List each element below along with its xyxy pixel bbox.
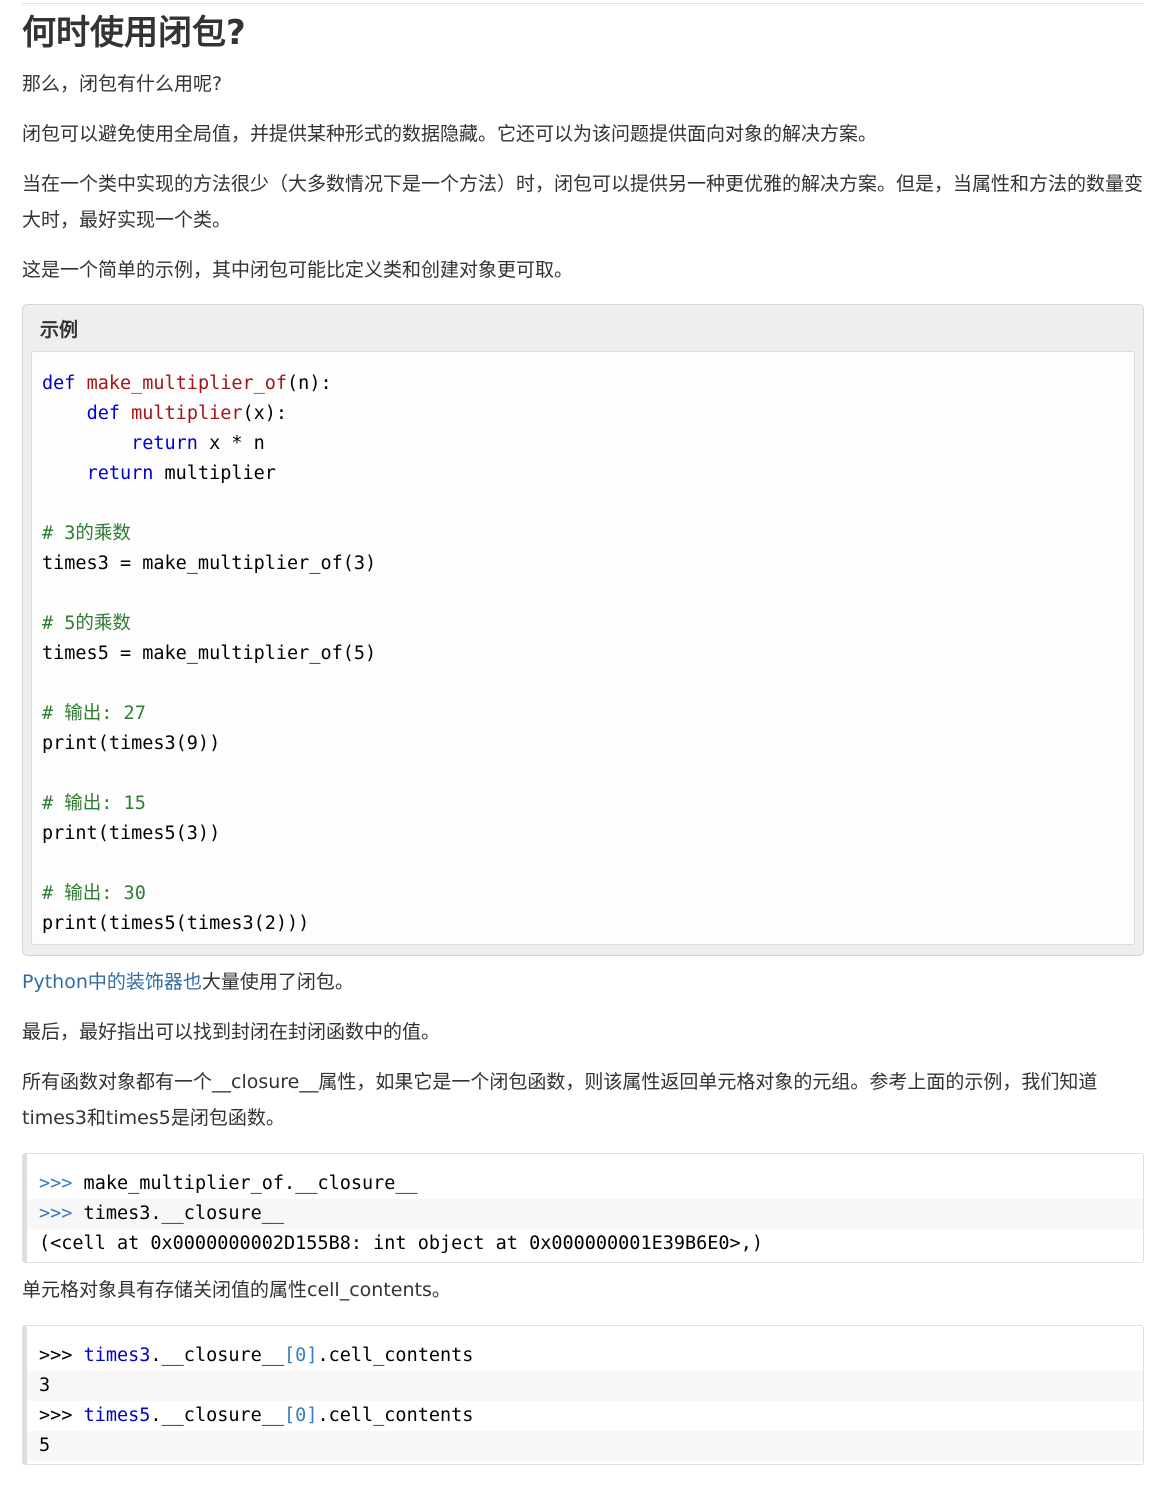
shell-line: >>> make_multiplier_of.__closure__ [39,1173,418,1194]
shell-line: >>> times3.__closure__[0].cell_contents [39,1345,474,1366]
example-title: 示例 [40,319,79,341]
code-comment: # 3的乘数 [42,523,131,544]
code-line: def make_multiplier_of(n): [42,373,332,394]
code-line: return x * n [131,433,265,454]
shell-line: >>> times5.__closure__[0].cell_contents [39,1405,474,1426]
code-line: times5 = make_multiplier_of(5) [42,643,377,664]
finally-paragraph: 最后，最好指出可以找到封闭在封闭函数中的值。 [22,1021,441,1043]
decorator-paragraph: Python中的装饰器也大量使用了闭包。 [22,971,354,993]
decorator-link[interactable]: Python中的装饰器也 [22,971,202,993]
page-title: 何时使用闭包? [22,13,246,53]
benefits-paragraph: 闭包可以避免使用全局值，并提供某种形式的数据隐藏。它还可以为该问题提供面向对象的… [22,123,878,145]
example-intro-paragraph: 这是一个简单的示例，其中闭包可能比定义类和创建对象更可取。 [22,259,574,281]
code-line: print(times5(3)) [42,823,221,844]
code-comment: # 输出: 15 [42,793,146,814]
code-line: return multiplier [86,463,276,484]
code-line: print(times3(9)) [42,733,221,754]
code-line: def multiplier(x): [86,403,288,424]
closure-attr-paragraph: 所有函数对象都有一个__closure__属性，如果它是一个闭包函数，则该属性返… [22,1071,1098,1129]
code-comment: # 输出: 30 [42,883,146,904]
shell-block-cell-contents[interactable]: >>> times3.__closure__[0].cell_contents … [22,1325,1144,1465]
code-comment: # 输出: 27 [42,703,146,724]
code-comment: # 5的乘数 [42,613,131,634]
shell-line: >>> times3.__closure__ [27,1199,1143,1229]
intro-question: 那么，闭包有什么用呢? [22,73,223,95]
shell-output: 3 [27,1371,1143,1401]
shell-output: 5 [27,1431,1143,1461]
cell-contents-paragraph: 单元格对象具有存储关闭值的属性cell_contents。 [22,1279,451,1301]
shell-output: (<cell at 0x0000000002D155B8: int object… [39,1233,763,1254]
code-line: times3 = make_multiplier_of(3) [42,553,377,574]
code-block[interactable]: def make_multiplier_of(n): def multiplie… [31,351,1135,945]
when-paragraph: 当在一个类中实现的方法很少（大多数情况下是一个方法）时，闭包可以提供另一种更优雅… [22,173,1144,231]
shell-block-closure[interactable]: >>> make_multiplier_of.__closure__ >>> t… [22,1153,1144,1263]
article: 何时使用闭包? 那么，闭包有什么用呢? 闭包可以避免使用全局值，并提供某种形式的… [22,8,1144,1465]
example-box: 示例 def make_multiplier_of(n): def multip… [22,304,1144,956]
top-divider [22,3,1144,4]
code-line: print(times5(times3(2))) [42,913,310,934]
